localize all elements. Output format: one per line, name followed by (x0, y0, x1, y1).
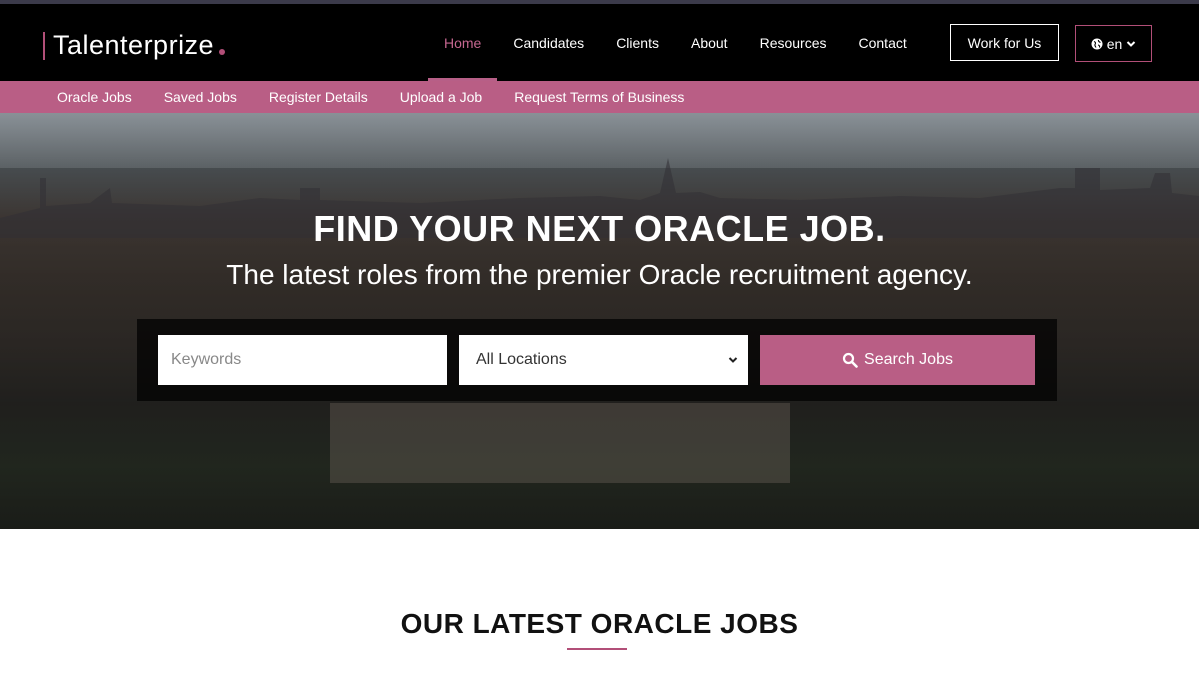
nav-clients[interactable]: Clients (600, 4, 675, 81)
job-search-panel: Keywords All Locations Search Jobs (137, 319, 1057, 401)
subnav-upload-job[interactable]: Upload a Job (384, 81, 499, 113)
nav-home[interactable]: Home (428, 4, 498, 81)
language-selector[interactable]: en (1075, 25, 1152, 62)
nav-contact[interactable]: Contact (843, 4, 923, 81)
nav-about[interactable]: About (675, 4, 744, 81)
logo-bar (43, 31, 45, 60)
logo-dot (219, 48, 226, 55)
site-header: Talenterprize Home Candidates Clients Ab… (0, 4, 1199, 81)
nav-candidates[interactable]: Candidates (497, 4, 600, 81)
logo[interactable]: Talenterprize (43, 30, 226, 61)
location-select[interactable]: All Locations (459, 335, 748, 385)
sub-nav: Oracle Jobs Saved Jobs Register Details … (0, 81, 1199, 113)
logo-text: Talenterprize (53, 30, 215, 60)
subnav-register-details[interactable]: Register Details (253, 81, 384, 113)
hero-banner: FIND YOUR NEXT ORACLE JOB. The latest ro… (0, 113, 1199, 529)
subnav-request-terms[interactable]: Request Terms of Business (498, 81, 700, 113)
hero-subtitle: The latest roles from the premier Oracle… (226, 259, 973, 290)
latest-jobs-heading: OUR LATEST ORACLE JOBS (400, 608, 799, 639)
search-jobs-button[interactable]: Search Jobs (760, 335, 1035, 385)
chevron-down-icon (728, 357, 738, 363)
location-select-value: All Locations (476, 351, 567, 368)
keywords-input[interactable]: Keywords (158, 335, 447, 385)
language-label: en (1106, 35, 1123, 52)
main-nav: Home Candidates Clients About Resources … (428, 4, 923, 81)
chevron-down-icon (1127, 40, 1136, 47)
nav-resources[interactable]: Resources (744, 4, 843, 81)
heading-underline (567, 648, 627, 650)
canal-water (330, 403, 790, 483)
globe-icon (1091, 38, 1103, 49)
subnav-saved-jobs[interactable]: Saved Jobs (148, 81, 253, 113)
search-jobs-label: Search Jobs (864, 351, 953, 368)
hero-title: FIND YOUR NEXT ORACLE JOB. (313, 208, 886, 249)
search-icon (842, 352, 858, 368)
subnav-oracle-jobs[interactable]: Oracle Jobs (41, 81, 148, 113)
work-for-us-button[interactable]: Work for Us (950, 24, 1059, 61)
